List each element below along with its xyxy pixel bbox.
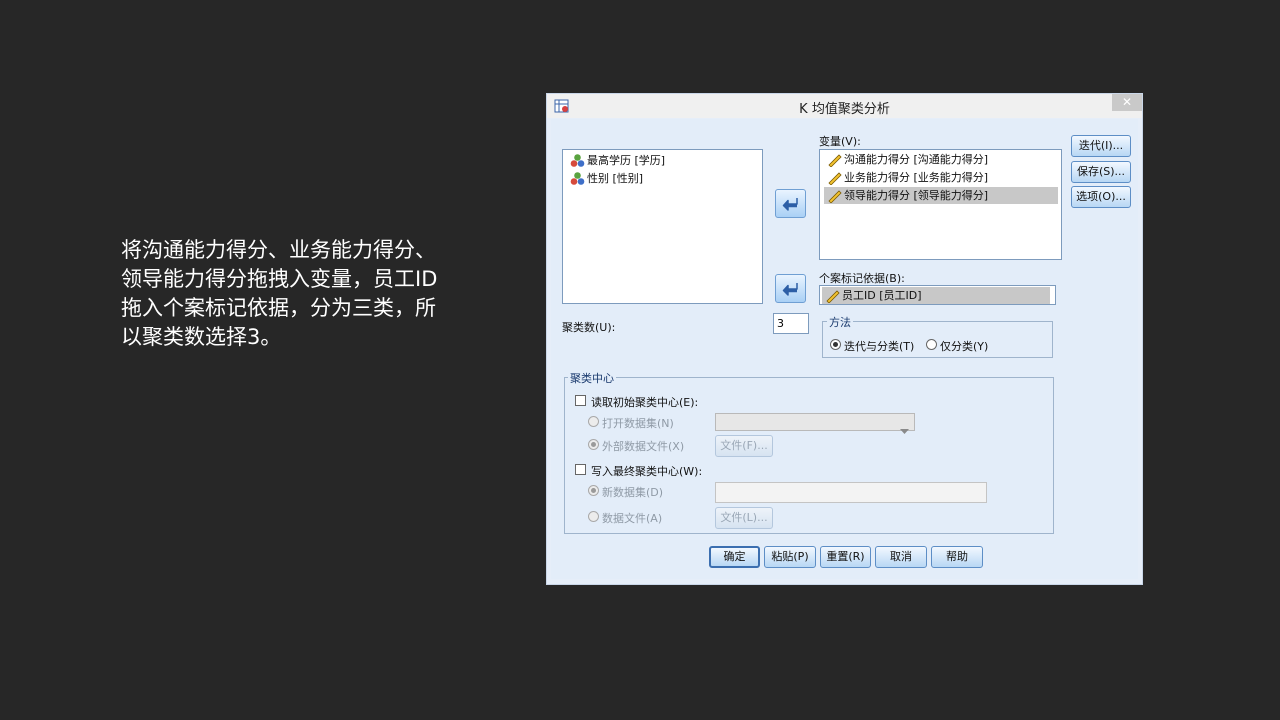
file-button-1[interactable]: 文件(F)... bbox=[715, 435, 773, 457]
arrow-left-icon bbox=[782, 196, 799, 215]
list-item-label: 性别 [性别] bbox=[587, 172, 644, 185]
options-button[interactable]: 选项(O)... bbox=[1071, 186, 1131, 208]
case-label-field[interactable]: 员工ID [员工ID] bbox=[819, 285, 1056, 305]
open-dataset-radio[interactable] bbox=[588, 416, 599, 427]
iterate-button[interactable]: 迭代(I)... bbox=[1071, 135, 1131, 157]
move-to-case-label-button[interactable] bbox=[775, 274, 806, 303]
dataset-select[interactable] bbox=[715, 413, 915, 434]
case-label-value: 员工ID [员工ID] bbox=[842, 289, 922, 302]
external-file-label: 外部数据文件(X) bbox=[602, 440, 685, 453]
data-file-label: 数据文件(A) bbox=[602, 512, 663, 525]
chevron-down-icon bbox=[900, 420, 909, 439]
clusters-label: 聚类数(U): bbox=[562, 321, 616, 334]
scale-variable-icon bbox=[827, 170, 842, 186]
list-item[interactable]: 沟通能力得分 [沟通能力得分] bbox=[824, 151, 1058, 168]
new-dataset-radio[interactable] bbox=[588, 485, 599, 496]
case-label-item[interactable]: 员工ID [员工ID] bbox=[822, 287, 1050, 304]
iterate-classify-radio[interactable] bbox=[830, 339, 841, 350]
scale-variable-icon bbox=[825, 288, 840, 304]
dialog-title: K 均值聚类分析 bbox=[799, 102, 890, 117]
write-final-checkbox[interactable] bbox=[575, 464, 586, 475]
paste-button[interactable]: 粘贴(P) bbox=[764, 546, 816, 568]
ok-button[interactable]: 确定 bbox=[709, 546, 760, 568]
case-label-label: 个案标记依据(B): bbox=[819, 272, 905, 285]
arrow-left-icon bbox=[782, 281, 799, 300]
variables-label: 变量(V): bbox=[819, 135, 861, 148]
cluster-centers-title: 聚类中心 bbox=[568, 370, 616, 386]
read-initial-label: 读取初始聚类中心(E): bbox=[591, 396, 699, 409]
cancel-button[interactable]: 取消 bbox=[875, 546, 927, 568]
read-initial-checkbox[interactable] bbox=[575, 395, 586, 406]
write-final-label: 写入最终聚类中心(W): bbox=[591, 465, 703, 478]
new-dataset-input[interactable] bbox=[715, 482, 987, 503]
list-item-label: 领导能力得分 [领导能力得分] bbox=[844, 189, 989, 202]
list-item-label: 业务能力得分 [业务能力得分] bbox=[844, 171, 989, 184]
external-file-radio[interactable] bbox=[588, 439, 599, 450]
nominal-variable-icon bbox=[570, 153, 585, 168]
help-button[interactable]: 帮助 bbox=[931, 546, 983, 568]
list-item[interactable]: 业务能力得分 [业务能力得分] bbox=[824, 169, 1058, 186]
list-item-label: 最高学历 [学历] bbox=[587, 154, 666, 167]
variables-list[interactable]: 沟通能力得分 [沟通能力得分] 业务能力得分 [业务能力得分] 领导能力得分 [… bbox=[819, 149, 1062, 260]
new-dataset-label: 新数据集(D) bbox=[602, 486, 664, 499]
scale-variable-icon bbox=[827, 188, 842, 204]
instruction-caption: 将沟通能力得分、业务能力得分、 领导能力得分拖拽入变量，员工ID 拖入个案标记依… bbox=[121, 238, 438, 349]
dialog-body: 最高学历 [学历] 性别 [性别] 变量(V): 沟通能力得分 [沟通能力得分]… bbox=[551, 119, 1138, 579]
clusters-input[interactable]: 3 bbox=[773, 313, 809, 334]
file-button-2[interactable]: 文件(L)... bbox=[715, 507, 773, 529]
nominal-variable-icon bbox=[570, 171, 585, 186]
list-item-label: 沟通能力得分 [沟通能力得分] bbox=[844, 153, 989, 166]
save-button[interactable]: 保存(S)... bbox=[1071, 161, 1131, 183]
classify-only-label: 仅分类(Y) bbox=[940, 340, 989, 353]
list-item[interactable]: 性别 [性别] bbox=[567, 170, 643, 187]
kmeans-dialog: K 均值聚类分析 ✕ 最高学历 [学历] 性别 [性别] 变量(V): 沟通能力… bbox=[546, 93, 1143, 585]
list-item-selected[interactable]: 领导能力得分 [领导能力得分] bbox=[824, 187, 1058, 204]
method-group-title: 方法 bbox=[827, 314, 853, 330]
scale-variable-icon bbox=[827, 152, 842, 168]
classify-only-radio[interactable] bbox=[926, 339, 937, 350]
dialog-titlebar[interactable]: K 均值聚类分析 ✕ bbox=[547, 94, 1142, 118]
source-variable-list[interactable]: 最高学历 [学历] 性别 [性别] bbox=[562, 149, 763, 304]
open-dataset-label: 打开数据集(N) bbox=[602, 417, 674, 430]
data-file-radio[interactable] bbox=[588, 511, 599, 522]
move-to-variables-button[interactable] bbox=[775, 189, 806, 218]
close-button[interactable]: ✕ bbox=[1112, 94, 1142, 111]
list-item[interactable]: 最高学历 [学历] bbox=[567, 152, 665, 169]
iterate-classify-label: 迭代与分类(T) bbox=[844, 340, 915, 353]
reset-button[interactable]: 重置(R) bbox=[820, 546, 871, 568]
